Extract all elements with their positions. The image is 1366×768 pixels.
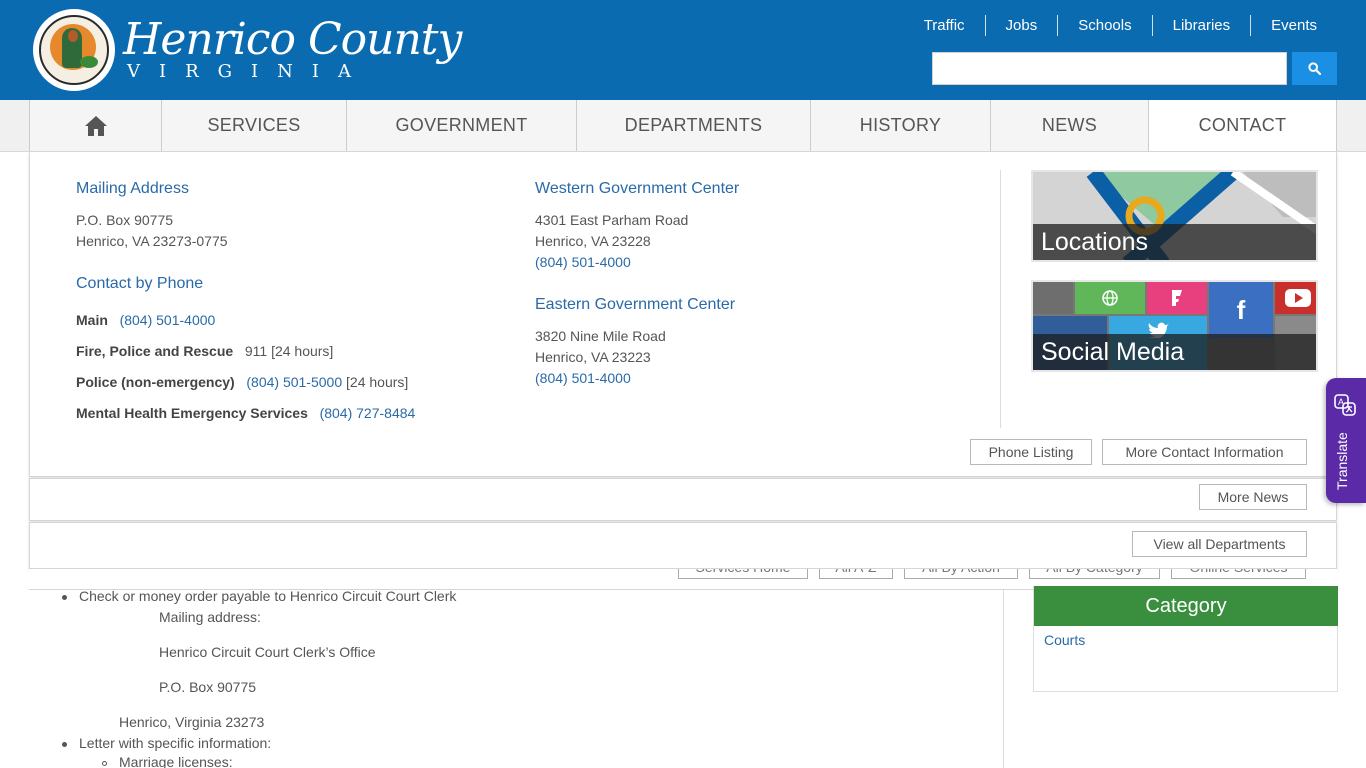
phone-note: [24 hours] — [271, 343, 334, 359]
search-icon — [1308, 62, 1321, 75]
phone-row-main: Main (804) 501-4000 — [76, 310, 215, 331]
more-contact-info-button[interactable]: More Contact Information — [1102, 439, 1307, 465]
category-box: Category Courts — [1033, 586, 1338, 692]
phone-label: Mental Health Emergency Services — [76, 405, 308, 421]
nav-contact[interactable]: CONTACT — [1149, 100, 1337, 151]
sub-bullet-marker — [102, 761, 107, 766]
clerk-office-line: Henrico Circuit Court Clerk’s Office — [159, 644, 376, 660]
county-seal-logo[interactable] — [33, 9, 115, 91]
top-links: Traffic Jobs Schools Libraries Events — [904, 15, 1337, 36]
category-heading: Category — [1034, 586, 1338, 626]
globe-icon — [1102, 290, 1118, 306]
foursquare-icon — [1172, 290, 1182, 306]
western-center-title: Western Government Center — [535, 180, 740, 197]
phone-row-mental-health: Mental Health Emergency Services (804) 7… — [76, 403, 415, 424]
bullet-marker — [62, 595, 67, 600]
social-cell — [1075, 282, 1145, 314]
social-cell — [1033, 282, 1073, 314]
social-cell — [1147, 282, 1207, 314]
site-header: Henrico County VIRGINIA Traffic Jobs Sch… — [0, 0, 1366, 100]
nav-history[interactable]: HISTORY — [811, 100, 991, 151]
western-phone-link[interactable]: (804) 501-4000 — [535, 252, 631, 273]
top-link-jobs[interactable]: Jobs — [984, 15, 1058, 36]
logo-subtitle: VIRGINIA — [127, 61, 371, 82]
phone-number-link[interactable]: (804) 501-4000 — [120, 312, 216, 328]
mailing-line2: Henrico, VA 23273-0775 — [76, 233, 228, 249]
top-link-libraries[interactable]: Libraries — [1151, 15, 1251, 36]
locations-label: Locations — [1033, 224, 1316, 260]
mailing-address-title: Mailing Address — [76, 180, 189, 197]
search-input[interactable] — [932, 52, 1287, 85]
logo-name: Henrico County — [123, 14, 462, 65]
locations-tile[interactable]: Locations — [1031, 170, 1318, 262]
social-media-tile[interactable]: f Social Media — [1031, 280, 1318, 372]
payment-bullet: Check or money order payable to Henrico … — [79, 588, 457, 604]
nav-government[interactable]: GOVERNMENT — [347, 100, 577, 151]
phone-number-link[interactable]: (804) 501-5000 — [246, 374, 342, 390]
phone-label: Fire, Police and Rescue — [76, 343, 234, 359]
eastern-line1: 3820 Nine Mile Road — [535, 328, 666, 344]
category-link-courts[interactable]: Courts — [1044, 632, 1085, 648]
po-box-line: P.O. Box 90775 — [159, 679, 257, 695]
nav-services[interactable]: SERVICES — [162, 100, 347, 151]
all-a-z-button[interactable]: All A-Z — [819, 569, 893, 579]
home-icon — [84, 115, 107, 136]
seal-leaf — [80, 56, 98, 68]
contact-dropdown: Mailing Address P.O. Box 90775 Henrico, … — [29, 152, 1337, 477]
eastern-phone-link[interactable]: (804) 501-4000 — [535, 368, 631, 389]
mailing-address-label: Mailing address: — [159, 609, 261, 625]
online-services-button[interactable]: Online Services — [1171, 569, 1306, 579]
nav-departments[interactable]: DEPARTMENTS — [577, 100, 811, 151]
nav-home[interactable] — [30, 100, 162, 151]
search-button[interactable] — [1292, 52, 1337, 85]
departments-dropdown: View all Departments — [29, 522, 1337, 569]
mailing-line1: P.O. Box 90775 — [76, 212, 174, 228]
social-cell: f — [1209, 282, 1273, 338]
view-all-departments-button[interactable]: View all Departments — [1132, 531, 1307, 557]
social-cell — [1275, 282, 1316, 314]
letter-bullet: Letter with specific information: — [79, 735, 272, 751]
phone-row-police: Police (non-emergency) (804) 501-5000 [2… — [76, 372, 408, 393]
phone-note: [24 hours] — [346, 374, 409, 390]
column-divider — [1000, 170, 1001, 428]
phone-title: Contact by Phone — [76, 275, 204, 292]
western-line2: Henrico, VA 23228 — [535, 233, 651, 249]
logo-wordmark[interactable]: Henrico County VIRGINIA — [123, 14, 462, 83]
phone-listing-button[interactable]: Phone Listing — [970, 439, 1092, 465]
phone-label: Police (non-emergency) — [76, 374, 235, 390]
eastern-line2: Henrico, VA 23223 — [535, 349, 651, 365]
phone-row-fire: Fire, Police and Rescue 911 [24 hours] — [76, 341, 333, 362]
top-link-events[interactable]: Events — [1250, 15, 1337, 36]
all-by-action-button[interactable]: All By Action — [904, 569, 1018, 579]
phone-label: Main — [76, 312, 108, 328]
facebook-icon: f — [1236, 294, 1246, 325]
main-content: Check or money order payable to Henrico … — [29, 588, 1004, 768]
more-news-button[interactable]: More News — [1199, 484, 1307, 510]
bullet-marker — [62, 742, 67, 747]
youtube-icon — [1284, 289, 1311, 307]
phone-number: 911 — [244, 343, 268, 359]
top-link-traffic[interactable]: Traffic — [904, 15, 985, 36]
services-home-button[interactable]: Services Home — [678, 569, 808, 579]
translate-button[interactable]: A Translate — [1326, 378, 1366, 503]
news-dropdown: More News — [29, 478, 1337, 521]
western-line1: 4301 East Parham Road — [535, 212, 689, 228]
phone-number-link[interactable]: (804) 727-8484 — [320, 405, 416, 421]
seal-face — [68, 30, 78, 42]
social-media-label: Social Media — [1033, 334, 1316, 370]
all-by-category-button[interactable]: All By Category — [1029, 569, 1160, 579]
nav-news[interactable]: NEWS — [991, 100, 1149, 151]
translate-label: Translate — [1334, 432, 1350, 490]
city-line: Henrico, Virginia 23273 — [119, 714, 265, 730]
main-nav: SERVICES GOVERNMENT DEPARTMENTS HISTORY … — [0, 100, 1366, 152]
marriage-licenses-item: Marriage licenses: — [119, 754, 233, 768]
translate-icon: A — [1334, 394, 1356, 416]
top-link-schools[interactable]: Schools — [1057, 15, 1151, 36]
eastern-center-title: Eastern Government Center — [535, 296, 736, 313]
